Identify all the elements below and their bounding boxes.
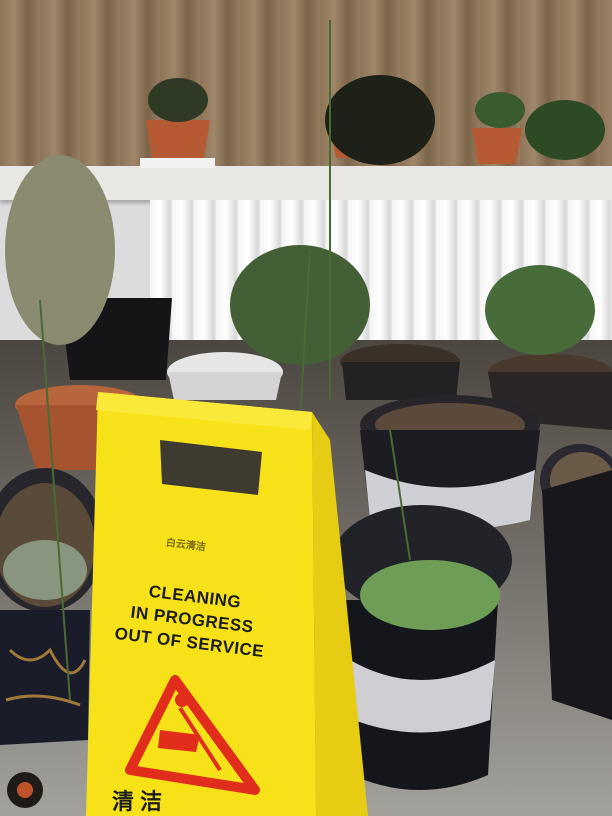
pot-white <box>167 352 283 400</box>
pot-right <box>540 444 612 720</box>
scene-drawing <box>0 20 612 816</box>
sign-chinese: 清 洁 <box>112 789 163 814</box>
photo-scene: 白云清洁 CLEANING IN PROGRESS OUT OF SERVICE… <box>0 0 612 816</box>
sill-pot-3 <box>472 128 522 164</box>
sill-plants <box>148 75 605 165</box>
sill-pot-1 <box>140 120 215 168</box>
pot-mid-back <box>340 344 460 400</box>
